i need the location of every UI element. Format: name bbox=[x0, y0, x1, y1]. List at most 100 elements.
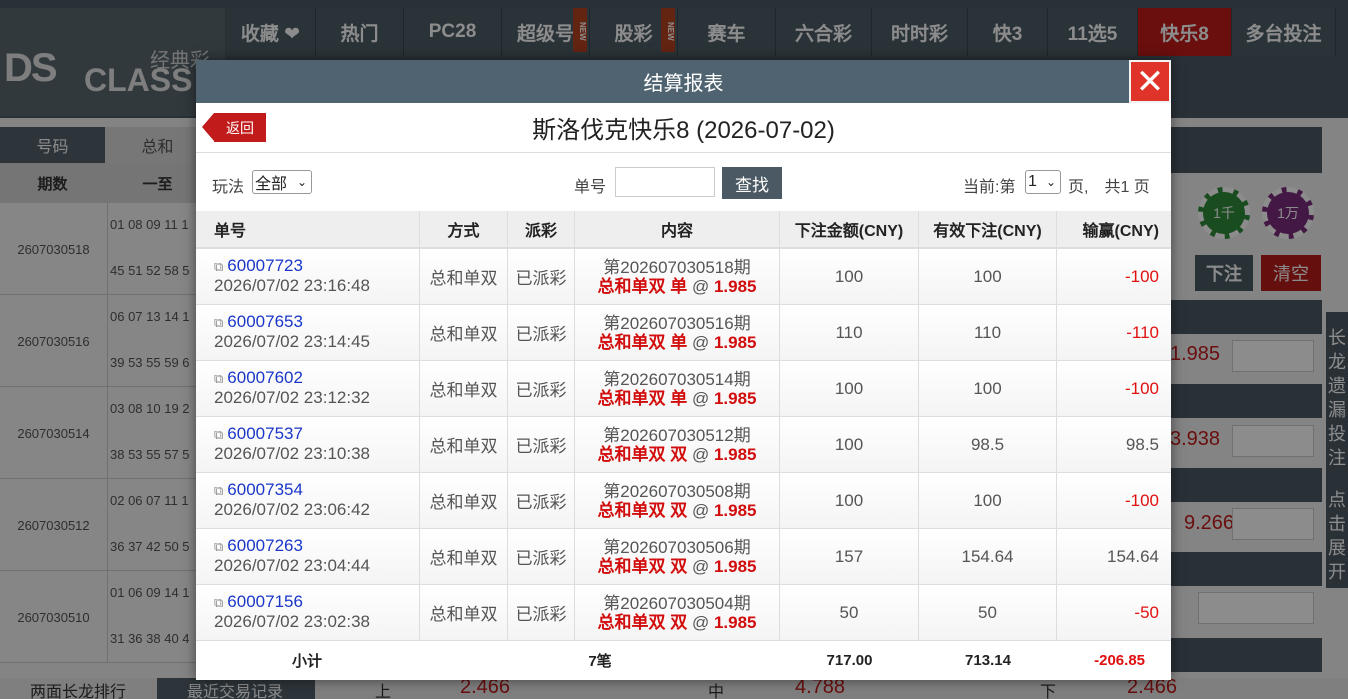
bet-selection-text: 总和单双 双 bbox=[597, 444, 688, 464]
method-cell: 总和单双 bbox=[420, 417, 508, 472]
bet-period: 第202607030514期 bbox=[603, 369, 751, 389]
bet-selection: 总和单双 双 @ 1.985 bbox=[597, 501, 756, 520]
bet-selection-text: 总和单双 单 bbox=[597, 332, 688, 352]
chevron-down-icon: ⌄ bbox=[1045, 175, 1056, 189]
order-number-input[interactable] bbox=[615, 167, 715, 197]
content-cell: 第202607030516期 总和单双 单 @ 1.985 bbox=[575, 305, 780, 360]
bet-period: 第202607030504期 bbox=[603, 593, 751, 613]
order-id-link[interactable]: 60007537 bbox=[214, 425, 303, 444]
win-loss-cell: -110 bbox=[1126, 322, 1159, 342]
method-cell: 总和单双 bbox=[420, 305, 508, 360]
table-row: 600072632026/07/02 23:04:44总和单双已派彩第20260… bbox=[196, 529, 1171, 585]
chevron-down-icon: ⌄ bbox=[296, 175, 307, 189]
search-button[interactable]: 查找 bbox=[722, 167, 782, 199]
order-id-link[interactable]: 60007602 bbox=[214, 369, 303, 388]
subtotal-valid: 713.14 bbox=[965, 651, 1011, 669]
content-cell: 第202607030514期 总和单双 单 @ 1.985 bbox=[575, 361, 780, 416]
order-time: 2026/07/02 23:02:38 bbox=[214, 612, 370, 631]
bet-amount-cell: 50 bbox=[780, 585, 919, 640]
report-subheader: 返回 斯洛伐克快乐8 (2026-07-02) bbox=[196, 103, 1171, 153]
filter-bar: 玩法 全部 ⌄ 单号 查找 当前:第 1 ⌄ 页, 共1 页 bbox=[196, 153, 1171, 211]
bet-selection: 总和单双 单 @ 1.985 bbox=[597, 389, 756, 408]
bet-selection: 总和单双 双 @ 1.985 bbox=[597, 445, 756, 464]
payout-status-cell: 已派彩 bbox=[508, 529, 575, 584]
bet-amount-cell: 100 bbox=[780, 417, 919, 472]
method-cell: 总和单双 bbox=[420, 361, 508, 416]
table-row: 600075372026/07/02 23:10:38总和单双已派彩第20260… bbox=[196, 417, 1171, 473]
bet-amount-cell: 100 bbox=[780, 361, 919, 416]
win-loss-cell: -100 bbox=[1124, 266, 1159, 286]
bet-selection: 总和单双 双 @ 1.985 bbox=[597, 557, 756, 576]
order-id-link[interactable]: 60007156 bbox=[214, 593, 303, 612]
bet-period: 第202607030516期 bbox=[603, 313, 751, 333]
order-cell: 600076022026/07/02 23:12:32 bbox=[196, 361, 420, 416]
table-row: 600073542026/07/02 23:06:42总和单双已派彩第20260… bbox=[196, 473, 1171, 529]
payout-status-cell: 已派彩 bbox=[508, 585, 575, 640]
bet-odds: 1.985 bbox=[713, 500, 757, 520]
play-type-label: 玩法 bbox=[212, 179, 245, 196]
col-win-loss: 输赢(CNY) bbox=[1082, 223, 1159, 240]
win-loss-cell: 98.5 bbox=[1125, 434, 1159, 454]
method-cell: 总和单双 bbox=[420, 529, 508, 584]
bet-amount-cell: 110 bbox=[780, 305, 919, 360]
subtotal-label: 小计 bbox=[292, 652, 323, 670]
content-cell: 第202607030504期 总和单双 双 @ 1.985 bbox=[575, 585, 780, 640]
order-time: 2026/07/02 23:12:32 bbox=[214, 388, 370, 407]
table-row: 600071562026/07/02 23:02:38总和单双已派彩第20260… bbox=[196, 585, 1171, 641]
page-total-text: 页, 共1 页 bbox=[1068, 179, 1150, 196]
subtotal-result: -206.85 bbox=[1094, 651, 1145, 669]
payout-status-cell: 已派彩 bbox=[508, 473, 575, 528]
bet-at-sign: @ bbox=[691, 444, 710, 464]
method-cell: 总和单双 bbox=[420, 249, 508, 304]
content-cell: 第202607030512期 总和单双 双 @ 1.985 bbox=[575, 417, 780, 472]
order-id-link[interactable]: 60007354 bbox=[214, 481, 303, 500]
bet-at-sign: @ bbox=[691, 612, 710, 632]
bet-amount-cell: 157 bbox=[780, 529, 919, 584]
order-id-link[interactable]: 60007263 bbox=[214, 537, 303, 556]
valid-bet-cell: 100 bbox=[919, 473, 1057, 528]
valid-bet-cell: 100 bbox=[919, 249, 1057, 304]
subtotal-count: 7笔 bbox=[588, 652, 612, 670]
order-cell: 600077232026/07/02 23:16:48 bbox=[196, 249, 420, 304]
close-icon: ✕ bbox=[1135, 62, 1165, 101]
bet-selection: 总和单双 双 @ 1.985 bbox=[597, 613, 756, 632]
subtotal-amount: 717.00 bbox=[826, 651, 873, 669]
valid-bet-cell: 98.5 bbox=[919, 417, 1057, 472]
col-valid-bet: 有效下注(CNY) bbox=[919, 211, 1057, 247]
payout-status-cell: 已派彩 bbox=[508, 249, 575, 304]
method-cell: 总和单双 bbox=[420, 473, 508, 528]
order-time: 2026/07/02 23:06:42 bbox=[214, 500, 370, 519]
order-cell: 600071562026/07/02 23:02:38 bbox=[196, 585, 420, 640]
bet-period: 第202607030506期 bbox=[603, 537, 751, 557]
order-cell: 600072632026/07/02 23:04:44 bbox=[196, 529, 420, 584]
bet-selection-text: 总和单双 双 bbox=[597, 500, 688, 520]
order-cell: 600075372026/07/02 23:10:38 bbox=[196, 417, 420, 472]
col-payout: 派彩 bbox=[508, 211, 575, 247]
play-type-value: 全部 bbox=[255, 176, 288, 193]
win-loss-cell: -50 bbox=[1134, 602, 1159, 622]
valid-bet-cell: 50 bbox=[919, 585, 1057, 640]
order-time: 2026/07/02 23:04:44 bbox=[214, 556, 370, 575]
bet-at-sign: @ bbox=[691, 332, 710, 352]
order-id-link[interactable]: 60007653 bbox=[214, 313, 303, 332]
col-bet-amount: 下注金额(CNY) bbox=[780, 211, 919, 247]
bet-selection-text: 总和单双 单 bbox=[597, 276, 688, 296]
bet-selection-text: 总和单双 双 bbox=[597, 556, 688, 576]
win-loss-cell: -100 bbox=[1124, 378, 1159, 398]
bet-odds: 1.985 bbox=[713, 276, 757, 296]
payout-status-cell: 已派彩 bbox=[508, 417, 575, 472]
bet-at-sign: @ bbox=[691, 276, 710, 296]
close-button[interactable]: ✕ bbox=[1129, 60, 1171, 103]
payout-status-cell: 已派彩 bbox=[508, 361, 575, 416]
bet-odds: 1.985 bbox=[713, 556, 757, 576]
bet-amount-cell: 100 bbox=[780, 473, 919, 528]
settlement-report-modal: 结算报表 ✕ 返回 斯洛伐克快乐8 (2026-07-02) 玩法 全部 ⌄ 单… bbox=[196, 60, 1171, 680]
content-cell: 第202607030506期 总和单双 双 @ 1.985 bbox=[575, 529, 780, 584]
order-id-link[interactable]: 60007723 bbox=[214, 257, 303, 276]
play-type-select[interactable]: 全部 ⌄ bbox=[252, 170, 312, 194]
modal-header: 结算报表 ✕ bbox=[196, 60, 1171, 103]
col-method: 方式 bbox=[420, 211, 508, 247]
order-cell: 600073542026/07/02 23:06:42 bbox=[196, 473, 420, 528]
back-button[interactable]: 返回 bbox=[202, 113, 266, 142]
page-select[interactable]: 1 ⌄ bbox=[1025, 170, 1061, 194]
